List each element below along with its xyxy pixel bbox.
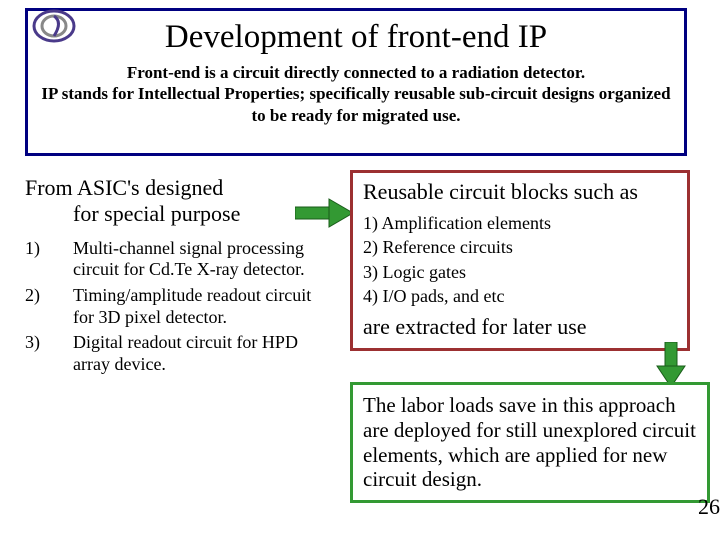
list-item: 4) I/O pads, and etc	[363, 284, 677, 308]
list-item: 1) Amplification elements	[363, 211, 677, 235]
list-item: 3) Logic gates	[363, 260, 677, 284]
list-item: 2) Reference circuits	[363, 235, 677, 259]
left-column: From ASIC's designed for special purpose…	[25, 175, 325, 379]
right-column: Reusable circuit blocks such as 1) Ampli…	[350, 170, 700, 351]
slide-title: Development of front-end IP	[36, 19, 676, 56]
reusable-box: Reusable circuit blocks such as 1) Ampli…	[350, 170, 690, 351]
list-item: 2) Timing/amplitude readout circuit for …	[25, 285, 325, 328]
page-number: 26	[698, 494, 720, 520]
extracted-text: are extracted for later use	[363, 314, 677, 340]
list-item: 3) Digital readout circuit for HPD array…	[25, 332, 325, 375]
labor-box: The labor loads save in this approach ar…	[350, 382, 710, 503]
list-item: 1) Multi-channel signal processing circu…	[25, 238, 325, 281]
asic-list: 1) Multi-channel signal processing circu…	[25, 238, 325, 376]
arrow-right-icon	[295, 195, 355, 231]
slide-subtitle: Front-end is a circuit directly connecte…	[36, 62, 676, 126]
reusable-heading: Reusable circuit blocks such as	[363, 179, 677, 205]
reusable-list: 1) Amplification elements 2) Reference c…	[363, 211, 677, 308]
logo-icon	[31, 8, 77, 44]
title-box: Development of front-end IP Front-end is…	[25, 8, 687, 156]
left-heading: From ASIC's designed for special purpose	[25, 175, 325, 228]
